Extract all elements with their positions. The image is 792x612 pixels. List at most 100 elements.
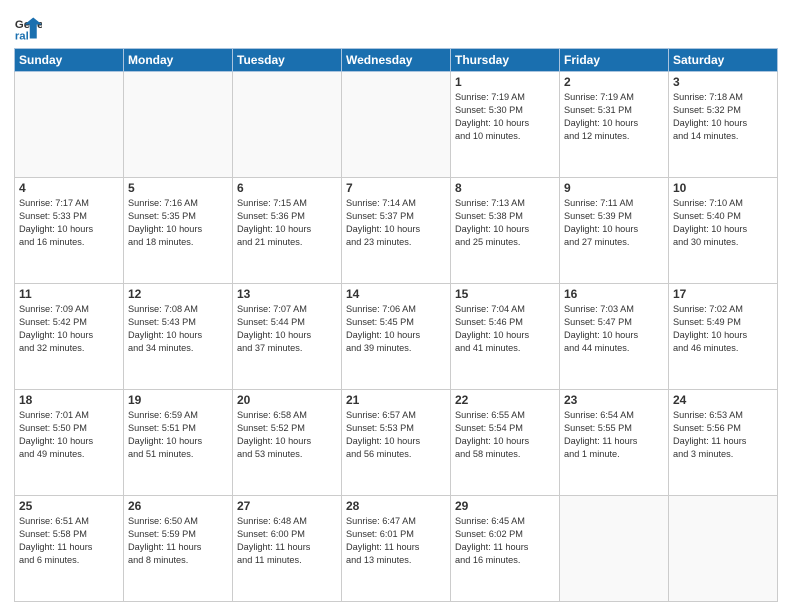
weekday-header-tuesday: Tuesday (233, 49, 342, 72)
day-info: Sunrise: 7:09 AM Sunset: 5:42 PM Dayligh… (19, 303, 119, 355)
day-info: Sunrise: 7:04 AM Sunset: 5:46 PM Dayligh… (455, 303, 555, 355)
day-number: 17 (673, 287, 773, 301)
calendar-cell-w4d2: 27 Sunrise: 6:48 AM Sunset: 6:00 PM Dayli… (233, 496, 342, 602)
calendar-cell-w1d3: 7 Sunrise: 7:14 AM Sunset: 5:37 PM Daylig… (342, 178, 451, 284)
day-number: 3 (673, 75, 773, 89)
day-number: 10 (673, 181, 773, 195)
day-info: Sunrise: 7:15 AM Sunset: 5:36 PM Dayligh… (237, 197, 337, 249)
weekday-header-wednesday: Wednesday (342, 49, 451, 72)
calendar-cell-w4d1: 26 Sunrise: 6:50 AM Sunset: 5:59 PM Dayli… (124, 496, 233, 602)
calendar-cell-w3d6: 24Sunrise: 6:53 AM Sunset: 5:56 PM Dayli… (669, 390, 778, 496)
calendar-cell-w1d2: 6 Sunrise: 7:15 AM Sunset: 5:36 PM Daylig… (233, 178, 342, 284)
calendar-cell-w1d6: 10 Sunrise: 7:10 AM Sunset: 5:40 PM Dayli… (669, 178, 778, 284)
day-number: 7 (346, 181, 446, 195)
calendar-cell-w4d5 (560, 496, 669, 602)
calendar-cell-w4d0: 25 Sunrise: 6:51 AM Sunset: 5:58 PM Dayli… (15, 496, 124, 602)
day-info: Sunrise: 7:10 AM Sunset: 5:40 PM Dayligh… (673, 197, 773, 249)
calendar-cell-w3d3: 21Sunrise: 6:57 AM Sunset: 5:53 PM Dayli… (342, 390, 451, 496)
calendar-cell-w3d0: 18 Sunrise: 7:01 AM Sunset: 5:50 PM Dayli… (15, 390, 124, 496)
day-info: Sunrise: 7:18 AM Sunset: 5:32 PM Dayligh… (673, 91, 773, 143)
day-info: Sunrise: 6:57 AM Sunset: 5:53 PM Dayligh… (346, 409, 446, 461)
calendar-cell-w0d3 (342, 72, 451, 178)
calendar-cell-w4d6 (669, 496, 778, 602)
calendar-cell-w4d3: 28 Sunrise: 6:47 AM Sunset: 6:01 PM Dayli… (342, 496, 451, 602)
day-number: 8 (455, 181, 555, 195)
day-number: 2 (564, 75, 664, 89)
calendar-cell-w3d4: 22Sunrise: 6:55 AM Sunset: 5:54 PM Dayli… (451, 390, 560, 496)
calendar-cell-w3d2: 20 Sunrise: 6:58 AM Sunset: 5:52 PM Dayli… (233, 390, 342, 496)
day-info: Sunrise: 6:54 AM Sunset: 5:55 PM Dayligh… (564, 409, 664, 461)
day-info: Sunrise: 7:03 AM Sunset: 5:47 PM Dayligh… (564, 303, 664, 355)
day-number: 4 (19, 181, 119, 195)
calendar-cell-w2d0: 11 Sunrise: 7:09 AM Sunset: 5:42 PM Dayli… (15, 284, 124, 390)
calendar-cell-w2d4: 15 Sunrise: 7:04 AM Sunset: 5:46 PM Dayli… (451, 284, 560, 390)
day-info: Sunrise: 7:19 AM Sunset: 5:31 PM Dayligh… (564, 91, 664, 143)
day-info: Sunrise: 6:53 AM Sunset: 5:56 PM Dayligh… (673, 409, 773, 461)
calendar-cell-w0d5: 2 Sunrise: 7:19 AM Sunset: 5:31 PM Daylig… (560, 72, 669, 178)
day-number: 9 (564, 181, 664, 195)
day-number: 6 (237, 181, 337, 195)
day-info: Sunrise: 7:02 AM Sunset: 5:49 PM Dayligh… (673, 303, 773, 355)
day-info: Sunrise: 6:45 AM Sunset: 6:02 PM Dayligh… (455, 515, 555, 567)
svg-text:Gene-: Gene- (15, 19, 42, 31)
day-number: 18 (19, 393, 119, 407)
day-info: Sunrise: 6:51 AM Sunset: 5:58 PM Dayligh… (19, 515, 119, 567)
day-number: 19 (128, 393, 228, 407)
day-number: 25 (19, 499, 119, 513)
day-info: Sunrise: 6:59 AM Sunset: 5:51 PM Dayligh… (128, 409, 228, 461)
calendar-cell-w1d1: 5 Sunrise: 7:16 AM Sunset: 5:35 PM Daylig… (124, 178, 233, 284)
logo: Gene- ral (14, 14, 44, 42)
weekday-header-friday: Friday (560, 49, 669, 72)
day-info: Sunrise: 6:50 AM Sunset: 5:59 PM Dayligh… (128, 515, 228, 567)
day-info: Sunrise: 6:55 AM Sunset: 5:54 PM Dayligh… (455, 409, 555, 461)
day-info: Sunrise: 7:06 AM Sunset: 5:45 PM Dayligh… (346, 303, 446, 355)
day-info: Sunrise: 6:48 AM Sunset: 6:00 PM Dayligh… (237, 515, 337, 567)
calendar-cell-w3d5: 23 Sunrise: 6:54 AM Sunset: 5:55 PM Dayli… (560, 390, 669, 496)
calendar-cell-w3d1: 19 Sunrise: 6:59 AM Sunset: 5:51 PM Dayli… (124, 390, 233, 496)
day-number: 12 (128, 287, 228, 301)
weekday-header-monday: Monday (124, 49, 233, 72)
day-info: Sunrise: 6:47 AM Sunset: 6:01 PM Dayligh… (346, 515, 446, 567)
calendar-cell-w1d4: 8 Sunrise: 7:13 AM Sunset: 5:38 PM Daylig… (451, 178, 560, 284)
calendar-cell-w4d4: 29 Sunrise: 6:45 AM Sunset: 6:02 PM Dayli… (451, 496, 560, 602)
calendar-cell-w0d0 (15, 72, 124, 178)
calendar-cell-w1d0: 4 Sunrise: 7:17 AM Sunset: 5:33 PM Daylig… (15, 178, 124, 284)
day-info: Sunrise: 7:13 AM Sunset: 5:38 PM Dayligh… (455, 197, 555, 249)
day-info: Sunrise: 7:17 AM Sunset: 5:33 PM Dayligh… (19, 197, 119, 249)
day-info: Sunrise: 6:58 AM Sunset: 5:52 PM Dayligh… (237, 409, 337, 461)
day-number: 23 (564, 393, 664, 407)
calendar-cell-w0d4: 1 Sunrise: 7:19 AM Sunset: 5:30 PM Daylig… (451, 72, 560, 178)
calendar-table: SundayMondayTuesdayWednesdayThursdayFrid… (14, 48, 778, 602)
calendar-cell-w2d1: 12 Sunrise: 7:08 AM Sunset: 5:43 PM Dayli… (124, 284, 233, 390)
calendar-cell-w0d1 (124, 72, 233, 178)
calendar-cell-w2d3: 14 Sunrise: 7:06 AM Sunset: 5:45 PM Dayli… (342, 284, 451, 390)
weekday-header-sunday: Sunday (15, 49, 124, 72)
day-number: 14 (346, 287, 446, 301)
day-number: 16 (564, 287, 664, 301)
day-number: 5 (128, 181, 228, 195)
day-info: Sunrise: 7:01 AM Sunset: 5:50 PM Dayligh… (19, 409, 119, 461)
calendar-cell-w0d2 (233, 72, 342, 178)
day-number: 26 (128, 499, 228, 513)
weekday-header-saturday: Saturday (669, 49, 778, 72)
calendar-cell-w2d6: 17 Sunrise: 7:02 AM Sunset: 5:49 PM Dayli… (669, 284, 778, 390)
calendar-cell-w1d5: 9Sunrise: 7:11 AM Sunset: 5:39 PM Daylig… (560, 178, 669, 284)
day-info: Sunrise: 7:19 AM Sunset: 5:30 PM Dayligh… (455, 91, 555, 143)
day-number: 29 (455, 499, 555, 513)
day-number: 27 (237, 499, 337, 513)
day-number: 28 (346, 499, 446, 513)
day-info: Sunrise: 7:16 AM Sunset: 5:35 PM Dayligh… (128, 197, 228, 249)
day-info: Sunrise: 7:14 AM Sunset: 5:37 PM Dayligh… (346, 197, 446, 249)
day-number: 20 (237, 393, 337, 407)
day-info: Sunrise: 7:08 AM Sunset: 5:43 PM Dayligh… (128, 303, 228, 355)
calendar-cell-w2d2: 13 Sunrise: 7:07 AM Sunset: 5:44 PM Dayli… (233, 284, 342, 390)
calendar-cell-w2d5: 16 Sunrise: 7:03 AM Sunset: 5:47 PM Dayli… (560, 284, 669, 390)
svg-text:ral: ral (15, 30, 29, 42)
day-number: 1 (455, 75, 555, 89)
day-number: 11 (19, 287, 119, 301)
weekday-header-thursday: Thursday (451, 49, 560, 72)
calendar-cell-w0d6: 3 Sunrise: 7:18 AM Sunset: 5:32 PM Daylig… (669, 72, 778, 178)
day-info: Sunrise: 7:07 AM Sunset: 5:44 PM Dayligh… (237, 303, 337, 355)
day-number: 13 (237, 287, 337, 301)
day-number: 15 (455, 287, 555, 301)
